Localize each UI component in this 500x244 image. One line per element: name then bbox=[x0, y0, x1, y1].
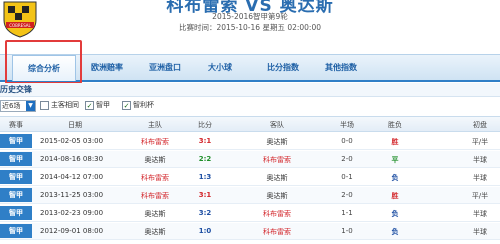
row-date: 2013-02-23 09:00 bbox=[40, 209, 104, 217]
row-home-team[interactable]: 奥达斯 bbox=[128, 209, 182, 219]
row-home-team[interactable]: 科布雷索 bbox=[128, 137, 182, 147]
col-half: 半场 bbox=[340, 121, 354, 129]
row-away-team[interactable]: 科布雷索 bbox=[247, 155, 307, 165]
row-score: 2:2 bbox=[198, 155, 212, 163]
row-half: 0-1 bbox=[341, 173, 353, 181]
table-row: 智甲 2013-02-23 09:00 奥达斯 3:2 科布雷索 1-1 负 半… bbox=[0, 205, 500, 222]
match-header: COBRESAL 科布雷索 VS 奥达斯 2015-2016智甲第9轮 比赛时间… bbox=[0, 0, 500, 42]
league-checkbox-label: 智甲 bbox=[96, 101, 110, 109]
col-home: 主队 bbox=[148, 121, 162, 129]
row-odds: 平/半 bbox=[471, 138, 489, 146]
table-row: 智甲 2015-02-05 03:00 科布雷索 3:1 奥达斯 0-0 胜 平… bbox=[0, 133, 500, 150]
section-title: 历史交锋 bbox=[0, 85, 32, 94]
col-date: 日期 bbox=[68, 121, 82, 129]
tab-other-index[interactable]: 其他指数 bbox=[318, 55, 364, 81]
row-competition[interactable]: 智甲 bbox=[0, 224, 32, 238]
cup-checkbox[interactable]: ✓ bbox=[122, 101, 131, 110]
tab-comprehensive-analysis[interactable]: 综合分析 bbox=[12, 55, 76, 81]
tab-score-index[interactable]: 比分指数 bbox=[260, 55, 306, 81]
row-home-team[interactable]: 奥达斯 bbox=[128, 227, 182, 237]
row-score: 3:1 bbox=[198, 137, 212, 145]
col-competition: 赛事 bbox=[9, 121, 23, 129]
page: COBRESAL 科布雷索 VS 奥达斯 2015-2016智甲第9轮 比赛时间… bbox=[0, 0, 500, 244]
row-competition[interactable]: 智甲 bbox=[0, 188, 32, 202]
row-score: 3:1 bbox=[198, 191, 212, 199]
row-result: 负 bbox=[391, 228, 399, 236]
tab-over-under[interactable]: 大小球 bbox=[200, 55, 240, 81]
league-checkbox[interactable]: ✓ bbox=[85, 101, 94, 110]
tab-european-odds[interactable]: 欧洲赔率 bbox=[84, 55, 130, 81]
row-away-team[interactable]: 奥达斯 bbox=[247, 137, 307, 147]
row-date: 2012-09-01 08:00 bbox=[40, 227, 104, 235]
row-date: 2015-02-05 03:00 bbox=[40, 137, 104, 145]
row-odds: 半球 bbox=[473, 174, 487, 182]
row-competition[interactable]: 智甲 bbox=[0, 134, 32, 148]
row-half: 2-0 bbox=[341, 191, 353, 199]
row-half: 2-0 bbox=[341, 155, 353, 163]
row-home-team[interactable]: 科布雷索 bbox=[128, 173, 182, 183]
row-score: 1:3 bbox=[198, 173, 212, 181]
table-row: 智甲 2012-09-01 08:00 奥达斯 1:0 科布雷索 1-0 负 半… bbox=[0, 223, 500, 240]
match-time: 比赛时间：2015-10-16 星期五 02:00:00 bbox=[178, 23, 322, 32]
col-away: 客队 bbox=[270, 121, 284, 129]
col-result: 胜负 bbox=[388, 121, 402, 129]
row-half: 0-0 bbox=[341, 137, 353, 145]
row-odds: 半球 bbox=[473, 210, 487, 218]
row-date: 2014-04-12 07:00 bbox=[40, 173, 104, 181]
row-odds: 半球 bbox=[473, 156, 487, 164]
table-row: 智甲 2014-08-16 08:30 奥达斯 2:2 科布雷索 2-0 平 半… bbox=[0, 151, 500, 168]
chevron-down-icon: ▼ bbox=[26, 101, 35, 111]
row-result: 胜 bbox=[391, 192, 399, 200]
same-home-away-label: 主客相同 bbox=[51, 101, 79, 109]
match-round: 2015-2016智甲第9轮 bbox=[212, 12, 288, 21]
row-home-team[interactable]: 奥达斯 bbox=[128, 155, 182, 165]
row-odds: 半球 bbox=[473, 228, 487, 236]
table-row: 智甲 2013-11-25 03:00 科布雷索 3:1 奥达斯 2-0 胜 平… bbox=[0, 187, 500, 204]
row-half: 1-0 bbox=[341, 227, 353, 235]
col-score: 比分 bbox=[198, 121, 212, 129]
analysis-tabs: 综合分析 欧洲赔率 亚洲盘口 大小球 比分指数 其他指数 bbox=[0, 54, 500, 82]
row-competition[interactable]: 智甲 bbox=[0, 152, 32, 166]
row-result: 胜 bbox=[391, 138, 399, 146]
row-competition[interactable]: 智甲 bbox=[0, 206, 32, 220]
table-row: 智甲 2014-04-12 07:00 科布雷索 1:3 奥达斯 0-1 负 半… bbox=[0, 169, 500, 186]
row-result: 负 bbox=[391, 210, 399, 218]
row-home-team[interactable]: 科布雷索 bbox=[128, 191, 182, 201]
row-result: 负 bbox=[391, 174, 399, 182]
section-header: 历史交锋 bbox=[0, 83, 500, 97]
match-count-value: 近6场 bbox=[2, 102, 21, 110]
col-odds: 初盘 bbox=[473, 121, 487, 129]
same-home-away-checkbox[interactable] bbox=[40, 101, 49, 110]
row-away-team[interactable]: 奥达斯 bbox=[247, 191, 307, 201]
row-date: 2014-08-16 08:30 bbox=[40, 155, 104, 163]
row-competition[interactable]: 智甲 bbox=[0, 170, 32, 184]
row-away-team[interactable]: 科布雷索 bbox=[247, 209, 307, 219]
row-half: 1-1 bbox=[341, 209, 353, 217]
row-away-team[interactable]: 奥达斯 bbox=[247, 173, 307, 183]
row-away-team[interactable]: 科布雷索 bbox=[247, 227, 307, 237]
match-count-select[interactable]: 近6场 ▼ bbox=[0, 100, 36, 112]
cup-checkbox-label: 智利杯 bbox=[133, 101, 154, 109]
table-header: 赛事 日期 主队 比分 客队 半场 胜负 初盘 bbox=[0, 116, 500, 132]
tab-asian-handicap[interactable]: 亚洲盘口 bbox=[142, 55, 188, 81]
filter-bar: 近6场 ▼ 主客相同 ✓ 智甲 ✓ 智利杯 bbox=[0, 99, 500, 113]
row-odds: 平/半 bbox=[471, 192, 489, 200]
row-score: 3:2 bbox=[198, 209, 212, 217]
row-result: 平 bbox=[391, 156, 399, 164]
row-date: 2013-11-25 03:00 bbox=[40, 191, 104, 199]
row-score: 1:0 bbox=[198, 227, 212, 235]
